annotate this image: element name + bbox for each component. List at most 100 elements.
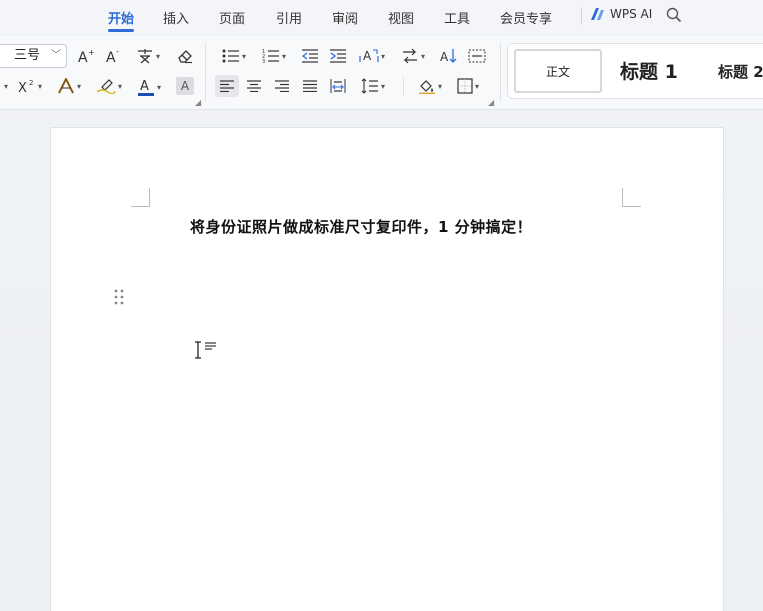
distributed-align-button[interactable] (328, 76, 348, 96)
show-paragraph-marks-button[interactable] (467, 46, 487, 66)
svg-text:A: A (78, 50, 88, 64)
font-color-button[interactable]: A ▾ (133, 76, 165, 98)
character-shading-button[interactable]: A (176, 77, 194, 95)
clear-formatting-button[interactable] (175, 46, 195, 66)
highlight-color-button[interactable]: ▾ (93, 76, 125, 96)
chevron-down-icon: ▾ (3, 81, 8, 91)
borders-button[interactable]: ▾ (453, 76, 483, 96)
ribbon-divider (500, 42, 501, 102)
text-cursor-icon (195, 341, 216, 359)
search-icon[interactable] (666, 7, 682, 23)
svg-text:A: A (140, 79, 149, 94)
chevron-down-icon: ▾ (437, 81, 442, 91)
numbered-list-button[interactable]: 1 2 3 ▾ (259, 46, 289, 66)
ribbon-divider (403, 76, 404, 96)
tab-references[interactable]: 引用 (276, 8, 302, 27)
menu-bar: 开始 插入 页面 引用 审阅 视图 工具 会员专享 WPS AI (0, 0, 763, 34)
shrink-font-icon: A - (106, 48, 119, 64)
sort-icon: A (440, 49, 457, 64)
line-spacing-button[interactable]: ▾ (358, 76, 388, 96)
text-effect-icon (57, 78, 75, 94)
phonetic-guide-button[interactable]: ▾ (133, 46, 163, 66)
styles-gallery: 正文 标题 1 标题 2 (507, 43, 763, 99)
text-effect-button[interactable]: ▾ (54, 76, 84, 96)
style-normal-label: 正文 (545, 64, 570, 79)
numbered-list-icon: 1 2 3 (262, 49, 279, 63)
svg-text:A: A (440, 50, 449, 64)
active-tab-indicator (108, 29, 134, 32)
text-direction-button[interactable]: ▾ (398, 46, 428, 66)
chevron-down-icon: ﹀ (51, 50, 61, 61)
wps-ai-label: WPS AI (610, 7, 653, 21)
svg-text:3: 3 (262, 59, 265, 63)
paragraph-marks-icon (468, 49, 486, 63)
bullet-list-icon (222, 49, 239, 63)
ribbon-toolbar: 三号 ﹀ A + A - ▾ ▾ X 2 ▾ ▾ ▾ A ▾ A ◢ ▾ 1 2… (0, 36, 763, 110)
margin-corner-mark (622, 188, 641, 207)
character-shading-icon: A (180, 79, 190, 93)
shading-button[interactable]: ▾ (414, 76, 446, 96)
paint-bucket-icon (418, 80, 435, 94)
tab-home[interactable]: 开始 (108, 8, 134, 27)
chevron-down-icon: ▾ (380, 81, 385, 91)
menu-divider (581, 7, 582, 25)
font-size-select[interactable]: 三号 ﹀ (0, 44, 67, 68)
align-center-button[interactable] (244, 76, 264, 96)
chevron-down-icon: ▾ (380, 51, 385, 61)
style-heading-2[interactable]: 标题 2 (718, 61, 763, 82)
increase-indent-button[interactable] (328, 46, 348, 66)
text-direction-icon (402, 48, 417, 64)
phonetic-icon (137, 49, 152, 64)
justify-button[interactable] (300, 76, 320, 96)
font-dialog-launcher-icon[interactable]: ◢ (195, 98, 201, 107)
tab-insert[interactable]: 插入 (163, 8, 189, 27)
font-size-value: 三号 (14, 48, 41, 63)
superscript-icon: X 2 (18, 79, 33, 94)
svg-text:A: A (106, 50, 116, 64)
grow-font-icon: A + (78, 48, 95, 64)
align-center-icon (247, 80, 261, 92)
tab-view[interactable]: 视图 (388, 8, 414, 27)
highlighter-icon (96, 79, 116, 94)
svg-text:X: X (18, 81, 27, 94)
tab-member[interactable]: 会员专享 (500, 8, 552, 27)
svg-text:A: A (363, 49, 372, 63)
chevron-down-icon: ▾ (281, 51, 286, 61)
wps-ai-icon (591, 8, 604, 20)
chevron-down-icon: ▾ (156, 82, 161, 92)
align-right-button[interactable] (272, 76, 292, 96)
ribbon-divider (205, 42, 206, 102)
document-title[interactable]: 将身份证照片做成标准尺寸复印件，1 分钟搞定！ (190, 216, 532, 237)
caret-button[interactable]: ▾ (0, 76, 10, 96)
character-spacing-button[interactable]: A ▾ (357, 46, 387, 66)
outdent-icon (302, 49, 318, 63)
style-heading-1[interactable]: 标题 1 (620, 57, 678, 84)
chevron-down-icon: ▾ (155, 51, 160, 61)
border-icon (457, 78, 473, 94)
tab-page[interactable]: 页面 (219, 8, 245, 27)
chevron-down-icon: ▾ (37, 81, 42, 91)
font-color-icon: A (137, 79, 154, 96)
line-spacing-icon (361, 78, 378, 94)
decrease-font-size-button[interactable]: A - (104, 46, 124, 66)
increase-font-size-button[interactable]: A + (76, 46, 96, 66)
tab-tools[interactable]: 工具 (444, 8, 470, 27)
justify-icon (303, 80, 317, 92)
chevron-down-icon: ▾ (117, 81, 122, 91)
drag-handle-icon[interactable] (114, 289, 124, 305)
sort-button[interactable]: A (439, 46, 459, 66)
paragraph-dialog-launcher-icon[interactable]: ◢ (488, 98, 494, 107)
svg-text:+: + (88, 48, 95, 57)
align-left-button[interactable] (215, 75, 239, 97)
superscript-button[interactable]: X 2 ▾ (16, 76, 44, 96)
bullet-list-button[interactable]: ▾ (219, 46, 249, 66)
chevron-down-icon: ▾ (76, 81, 81, 91)
tab-review[interactable]: 审阅 (332, 8, 358, 27)
svg-text:-: - (116, 48, 119, 56)
indent-icon (330, 49, 346, 63)
margin-corner-mark (131, 188, 150, 207)
wps-ai-button[interactable]: WPS AI (590, 7, 652, 21)
decrease-indent-button[interactable] (300, 46, 320, 66)
chevron-down-icon: ▾ (241, 51, 246, 61)
style-normal[interactable]: 正文 (514, 49, 602, 93)
